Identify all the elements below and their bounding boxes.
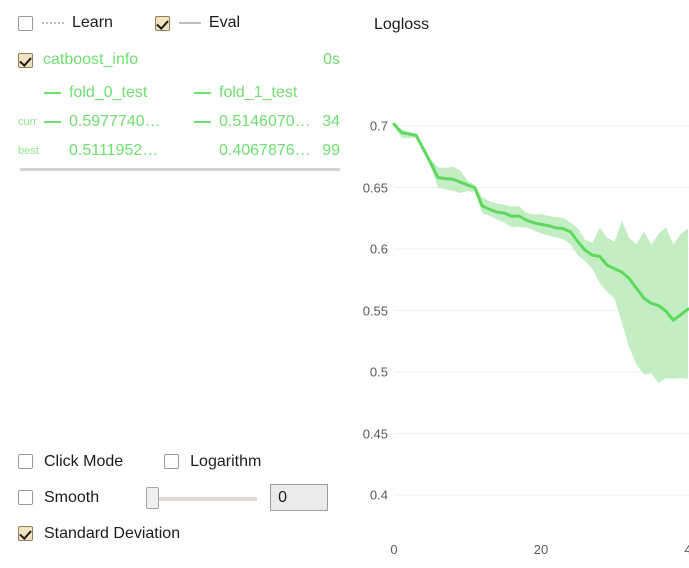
legend-item-eval[interactable]: Eval bbox=[155, 14, 240, 32]
controls-row-1: Click Mode Logarithm bbox=[18, 448, 348, 475]
x-axis-tick-label: 4 bbox=[684, 542, 689, 557]
y-axis-tick-label: 0.65 bbox=[355, 180, 388, 195]
learn-checkbox[interactable] bbox=[18, 16, 33, 31]
best-fold-1-cell: 0.4067876… bbox=[194, 142, 314, 160]
curr-fold-1-cell: 0.5146070… bbox=[194, 113, 314, 131]
y-axis-tick-label: 0.45 bbox=[355, 426, 388, 441]
learn-line-swatch-icon bbox=[42, 22, 64, 24]
x-axis-tick-label: 0 bbox=[390, 542, 397, 557]
fold-0-name: fold_0_test bbox=[69, 84, 147, 102]
panel-divider bbox=[20, 168, 340, 171]
smooth-control[interactable]: Smooth bbox=[18, 489, 99, 507]
x-axis-tick-label: 20 bbox=[534, 542, 548, 557]
y-axis-tick-label: 0.55 bbox=[355, 303, 388, 318]
directory-elapsed-time: 0s bbox=[306, 51, 340, 69]
smooth-value-input[interactable]: 0 bbox=[270, 484, 328, 511]
logarithm-checkbox[interactable] bbox=[164, 454, 179, 469]
logloss-chart bbox=[355, 0, 689, 568]
best-fold-1-value: 0.4067876… bbox=[219, 142, 311, 160]
curr-row-label: curr bbox=[18, 116, 44, 128]
fold-0-line-swatch-icon bbox=[44, 92, 61, 94]
directory-checkbox[interactable] bbox=[18, 53, 33, 68]
best-iteration: 99 bbox=[314, 142, 340, 160]
metrics-rows: fold_0_test fold_1_test curr 0.5977740… bbox=[18, 78, 340, 165]
left-panel: Learn Eval catboost_info 0s bbox=[0, 0, 355, 568]
chart-panel: Logloss 0.40.450.50.550.60.650.70204 bbox=[355, 0, 689, 568]
smooth-label: Smooth bbox=[44, 489, 99, 507]
y-axis-tick-label: 0.6 bbox=[355, 242, 388, 257]
curr-iteration: 34 bbox=[314, 113, 340, 131]
standard-deviation-control[interactable]: Standard Deviation bbox=[18, 525, 180, 543]
curr-fold-1-line-swatch-icon bbox=[194, 121, 211, 123]
curr-fold-0-cell: 0.5977740… bbox=[44, 113, 194, 131]
table-row-header: fold_0_test fold_1_test bbox=[18, 78, 340, 107]
smooth-slider-track[interactable] bbox=[155, 497, 257, 501]
controls-row-2: Smooth 0 bbox=[18, 484, 348, 511]
standard-deviation-label: Standard Deviation bbox=[44, 525, 180, 543]
fold-1-legend[interactable]: fold_1_test bbox=[194, 84, 314, 102]
standard-deviation-checkbox[interactable] bbox=[18, 526, 33, 541]
curr-fold-1-value: 0.5146070… bbox=[219, 113, 311, 131]
logarithm-label: Logarithm bbox=[190, 453, 261, 471]
fold-0-legend[interactable]: fold_0_test bbox=[44, 84, 194, 102]
learn-label: Learn bbox=[72, 14, 113, 32]
fold-1-name: fold_1_test bbox=[219, 84, 297, 102]
smooth-checkbox[interactable] bbox=[18, 490, 33, 505]
y-axis-tick-label: 0.5 bbox=[355, 365, 388, 380]
best-fold-0-value: 0.5111952… bbox=[69, 142, 158, 160]
plot-controls: Click Mode Logarithm Smooth 0 bbox=[18, 448, 348, 556]
curr-fold-0-line-swatch-icon bbox=[44, 121, 61, 123]
eval-checkbox[interactable] bbox=[155, 16, 170, 31]
fold-1-line-swatch-icon bbox=[194, 92, 211, 94]
table-row-best: best 0.5111952… 0.4067876… 99 bbox=[18, 136, 340, 165]
logarithm-control[interactable]: Logarithm bbox=[164, 453, 261, 471]
metrics-table: catboost_info 0s fold_0_test fold_1_test bbox=[18, 48, 340, 165]
plot-area[interactable]: 0.4 0.45 0.5 0.55 0.6 0.65 0.7 0 20 4 bbox=[355, 0, 689, 568]
directory-row[interactable]: catboost_info 0s bbox=[18, 48, 340, 72]
best-row-label: best bbox=[18, 145, 44, 157]
eval-line-swatch-icon bbox=[179, 22, 201, 24]
y-axis-tick-label: 0.4 bbox=[355, 488, 388, 503]
smooth-slider[interactable] bbox=[145, 487, 257, 509]
click-mode-control[interactable]: Click Mode bbox=[18, 453, 123, 471]
smooth-slider-handle[interactable] bbox=[146, 487, 159, 509]
checkerboard-plotting-app: Learn Eval catboost_info 0s bbox=[0, 0, 689, 568]
directory-name: catboost_info bbox=[43, 51, 306, 69]
legend-item-learn[interactable]: Learn bbox=[18, 14, 113, 32]
smooth-slider-group[interactable]: 0 bbox=[145, 484, 328, 511]
std-deviation-band bbox=[394, 124, 688, 383]
eval-label: Eval bbox=[209, 14, 240, 32]
controls-row-3: Standard Deviation bbox=[18, 520, 348, 547]
best-fold-0-cell: 0.5111952… bbox=[44, 142, 194, 160]
series-legend: Learn Eval bbox=[18, 14, 240, 32]
click-mode-checkbox[interactable] bbox=[18, 454, 33, 469]
table-row-curr: curr 0.5977740… 0.5146070… 34 bbox=[18, 107, 340, 136]
y-axis-tick-label: 0.7 bbox=[355, 119, 388, 134]
curr-fold-0-value: 0.5977740… bbox=[69, 113, 161, 131]
click-mode-label: Click Mode bbox=[44, 453, 123, 471]
